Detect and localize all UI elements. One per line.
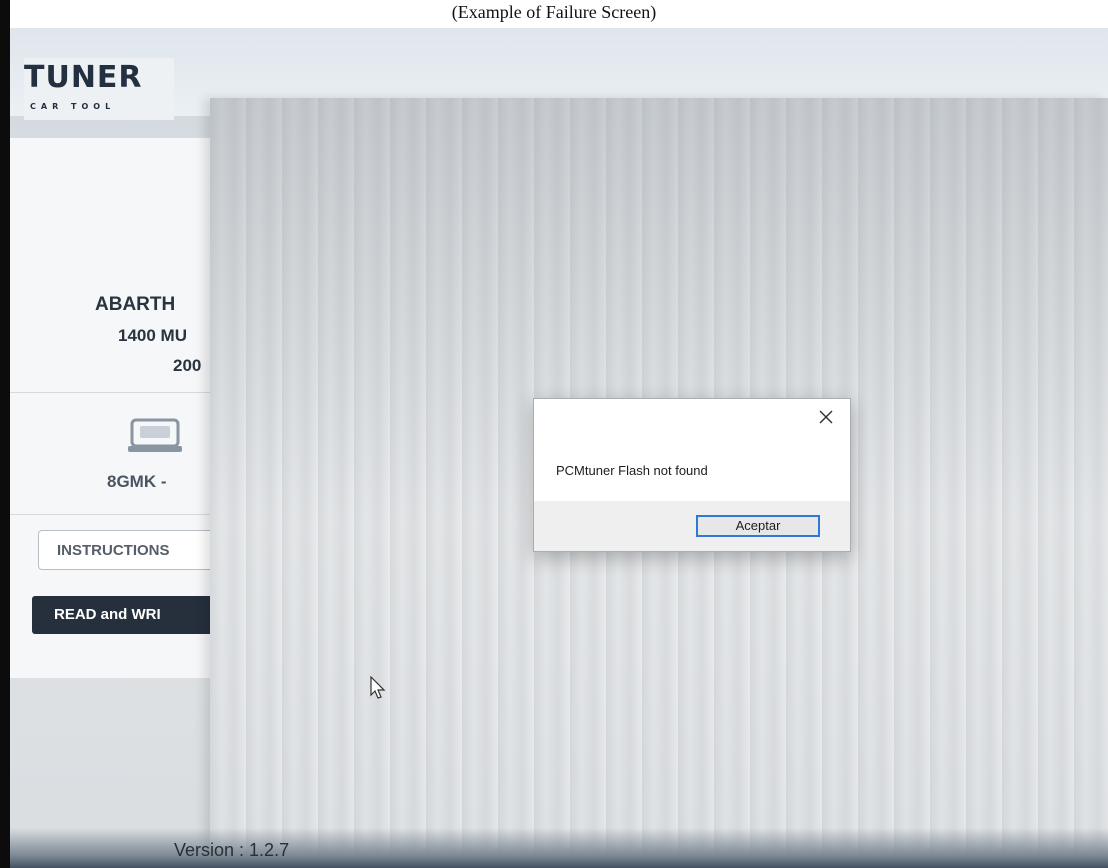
- app-logo: TUNER CAR TOOL: [24, 58, 174, 120]
- ok-button[interactable]: Aceptar: [696, 515, 820, 537]
- version-label: Version : 1.2.7: [174, 840, 290, 860]
- ecu-icon: [128, 418, 182, 452]
- monitor-bezel: [0, 0, 10, 868]
- dialog-footer: Aceptar: [534, 501, 850, 551]
- vehicle-model: 1400 MU: [118, 326, 187, 345]
- dialog-message: PCMtuner Flash not found: [556, 463, 708, 478]
- logo-title: TUNER: [24, 60, 143, 95]
- screen: TUNER CAR TOOL ABARTH 1400 MU 200 8GMK -…: [10, 28, 1108, 868]
- close-icon[interactable]: [818, 409, 834, 425]
- ecu-label: 8GMK -: [107, 472, 167, 491]
- caption: (Example of Failure Screen): [0, 0, 1108, 28]
- logo-subtitle: CAR TOOL: [30, 102, 116, 111]
- mouse-cursor-icon: [370, 676, 386, 699]
- vehicle-year: 200: [173, 356, 202, 375]
- error-dialog: PCMtuner Flash not found Aceptar: [533, 398, 851, 552]
